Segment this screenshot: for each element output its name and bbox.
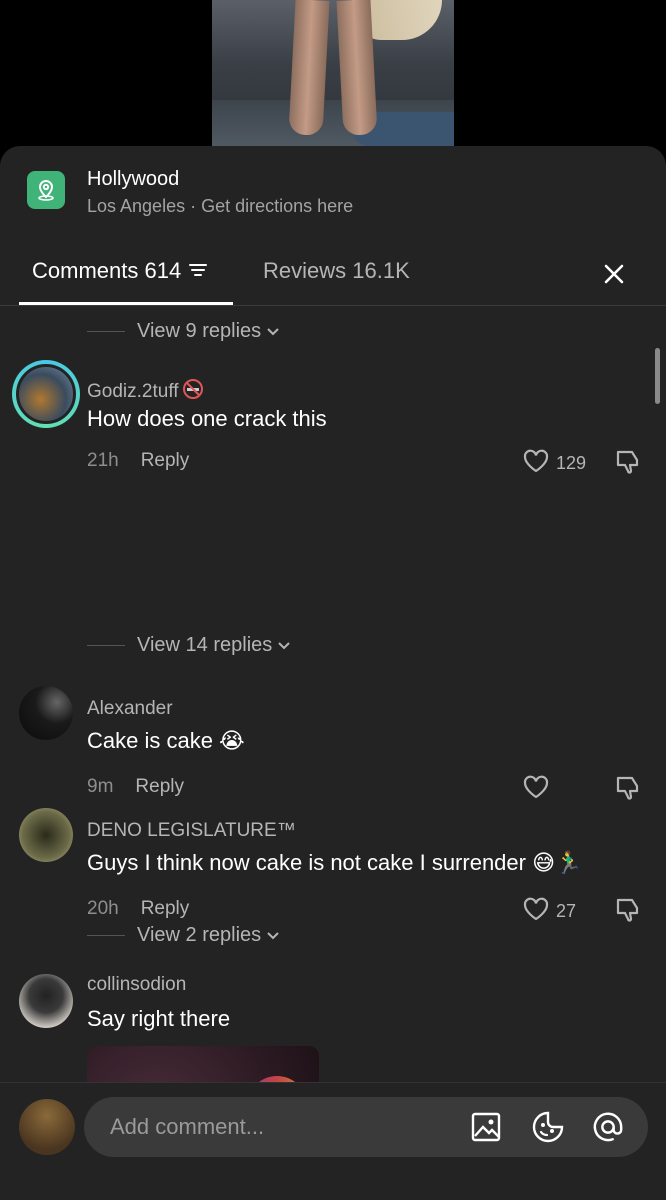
comment-time: 20h — [87, 898, 119, 919]
comment-time: 9m — [87, 776, 114, 797]
view-replies-button[interactable]: View 9 replies — [87, 320, 280, 343]
comment-input[interactable]: Add comment... — [84, 1097, 648, 1157]
no-smoking-icon — [182, 378, 204, 406]
chevron-down-icon — [266, 924, 280, 947]
tab-bar: Comments 614 Reviews 16.1K — [0, 246, 666, 306]
video-background[interactable] — [0, 0, 666, 160]
chevron-down-icon — [277, 634, 291, 657]
avatar[interactable] — [19, 1099, 75, 1155]
active-tab-indicator — [19, 302, 233, 305]
comment-input-placeholder: Add comment... — [110, 1114, 265, 1139]
avatar[interactable] — [19, 686, 73, 740]
location-title: Hollywood — [87, 168, 180, 190]
comment-text: Guys I think now cake is not cake I surr… — [87, 850, 583, 875]
comment-time: 21h — [87, 450, 119, 471]
tab-reviews-label: Reviews 16.1K — [263, 258, 410, 283]
reply-button[interactable]: Reply — [141, 450, 190, 472]
tab-comments-label: Comments 614 — [32, 258, 182, 283]
view-replies-label: View 2 replies — [137, 924, 262, 946]
comment-meta: 21h Reply — [87, 450, 189, 472]
image-icon[interactable] — [470, 1111, 502, 1143]
dislike-icon[interactable] — [614, 774, 642, 807]
video-frame — [212, 0, 454, 160]
view-replies-label: View 14 replies — [137, 634, 273, 656]
reply-button[interactable]: Reply — [141, 898, 190, 920]
comment-username[interactable]: collinsodion — [87, 974, 186, 996]
comment-username[interactable]: DENO LEGISLATURE™ — [87, 820, 296, 842]
emoji-icon[interactable] — [532, 1111, 564, 1143]
view-replies-label: View 9 replies — [137, 320, 262, 342]
comment-username[interactable]: Alexander — [87, 698, 173, 720]
dislike-icon[interactable] — [614, 896, 642, 929]
comment-meta: 9m Reply — [87, 776, 184, 798]
heart-icon — [522, 896, 550, 927]
filter-icon[interactable] — [189, 258, 208, 284]
scrollbar[interactable] — [655, 348, 660, 404]
close-icon[interactable] — [598, 258, 630, 290]
location-banner[interactable]: Hollywood Los Angeles · Get directions h… — [0, 146, 666, 234]
like-count: 27 — [556, 901, 577, 921]
view-replies-button[interactable]: View 2 replies — [87, 924, 280, 947]
heart-icon — [522, 774, 550, 805]
dislike-icon[interactable] — [614, 448, 642, 481]
comment-text: Say right there — [87, 1006, 231, 1031]
comment-username[interactable]: Godiz.2tuff — [87, 378, 204, 406]
comment-meta: 20h Reply — [87, 898, 189, 920]
mention-icon[interactable] — [592, 1111, 624, 1143]
chevron-down-icon — [266, 320, 280, 343]
like-count: 129 — [556, 453, 587, 473]
comment-text: Cake is cake 😭 — [87, 728, 245, 753]
location-subtitle[interactable]: Los Angeles · Get directions here — [87, 196, 353, 217]
avatar[interactable] — [12, 360, 80, 428]
like-button[interactable]: 129 — [522, 448, 586, 479]
reply-button[interactable]: Reply — [135, 776, 184, 798]
comment-composer: Add comment... — [0, 1082, 666, 1200]
map-pin-icon — [27, 171, 65, 209]
avatar[interactable] — [19, 974, 73, 1028]
view-replies-button[interactable]: View 14 replies — [87, 634, 291, 657]
avatar[interactable] — [19, 808, 73, 862]
heart-icon — [522, 448, 550, 479]
tab-reviews[interactable]: Reviews 16.1K — [263, 258, 410, 284]
like-button[interactable]: 27 — [522, 896, 576, 927]
comments-sheet: Hollywood Los Angeles · Get directions h… — [0, 146, 666, 1200]
like-button[interactable] — [522, 774, 556, 805]
comment-text: How does one crack this — [87, 406, 327, 431]
comments-list[interactable]: View 9 replies Godiz.2tuff How does one … — [0, 306, 666, 1082]
tab-comments[interactable]: Comments 614 — [32, 258, 208, 284]
comment-gif-image[interactable] — [87, 1046, 319, 1082]
